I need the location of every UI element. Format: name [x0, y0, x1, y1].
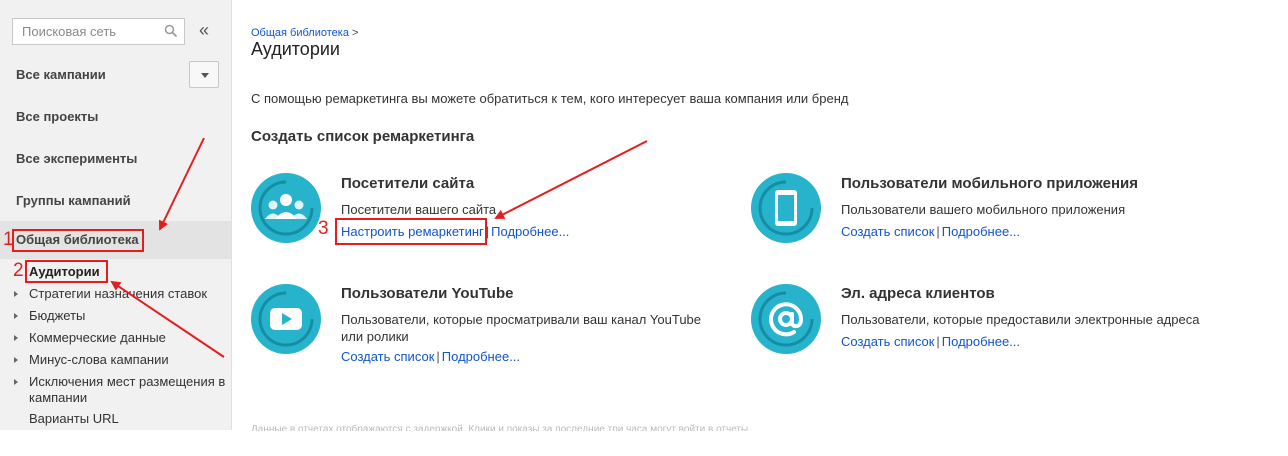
card-links-customer-emails: Создать список | Подробнее...: [841, 334, 1020, 349]
nav-item-campaign-groups[interactable]: Группы кампаний: [0, 181, 231, 221]
expand-triangle-icon[interactable]: [14, 379, 18, 385]
card-desc-mobile-app-users: Пользователи вашего мобильного приложени…: [841, 202, 1126, 217]
section-title: Создать список ремаркетинга: [251, 128, 475, 145]
campaigns-dropdown-button[interactable]: [189, 61, 219, 88]
collapse-sidebar-icon[interactable]: «: [196, 19, 212, 43]
expand-triangle-icon[interactable]: [14, 313, 18, 319]
annotation-number-2: 2: [13, 260, 24, 281]
at-sign-icon: [751, 284, 821, 354]
create-list-link[interactable]: Создать список: [341, 349, 434, 364]
nav-item-all-projects[interactable]: Все проекты: [0, 97, 231, 137]
expand-triangle-icon[interactable]: [14, 291, 18, 297]
sidebar: « Все кампании Все проекты Все экспериме…: [0, 0, 232, 430]
sidebar-item-url-options[interactable]: Варианты URL: [29, 411, 229, 427]
card-desc-site-visitors: Посетители вашего сайта: [341, 202, 497, 217]
create-list-link[interactable]: Создать список: [841, 334, 934, 349]
card-title-customer-emails: Эл. адреса клиентов: [841, 285, 995, 302]
search-input[interactable]: [13, 19, 162, 44]
sidebar-item-placement-exclusions[interactable]: Исключения мест размещения в кампании: [29, 374, 229, 406]
card-title-site-visitors: Посетители сайта: [341, 175, 475, 192]
footer-note: Данные в отчетах отображаются с задержко…: [251, 424, 751, 431]
link-separator: |: [936, 224, 940, 239]
sidebar-item-negative-keywords[interactable]: Минус-слова кампании: [29, 352, 229, 368]
youtube-play-icon: [251, 284, 321, 354]
search-icon[interactable]: [164, 24, 178, 38]
annotation-arrow-3: [494, 140, 648, 219]
annotation-number-1: 1: [3, 229, 14, 250]
sidebar-item-business-data[interactable]: Коммерческие данные: [29, 330, 229, 346]
nav-item-all-experiments[interactable]: Все эксперименты: [0, 139, 231, 179]
expand-triangle-icon[interactable]: [14, 357, 18, 363]
expand-triangle-icon[interactable]: [14, 335, 18, 341]
card-links-mobile-app-users: Создать список | Подробнее...: [841, 224, 1020, 239]
breadcrumb-separator: >: [352, 27, 359, 39]
chevron-down-icon: [201, 73, 209, 78]
sidebar-item-budgets[interactable]: Бюджеты: [29, 308, 229, 324]
page-title: Аудитории: [251, 39, 340, 59]
mobile-phone-icon: [751, 173, 821, 243]
link-separator: |: [936, 334, 940, 349]
card-links-site-visitors: Настроить ремаркетинг | Подробнее...: [341, 224, 569, 239]
card-links-youtube-users: Создать список | Подробнее...: [341, 349, 520, 364]
search-box[interactable]: [12, 18, 185, 45]
create-list-link[interactable]: Создать список: [841, 224, 934, 239]
breadcrumb: Общая библиотека >: [251, 27, 358, 39]
learn-more-link[interactable]: Подробнее...: [491, 224, 569, 239]
audience-icon: [251, 173, 321, 243]
breadcrumb-link-shared-library[interactable]: Общая библиотека: [251, 27, 349, 39]
learn-more-link[interactable]: Подробнее...: [942, 224, 1020, 239]
sidebar-item-bid-strategies[interactable]: Стратегии назначения ставок: [29, 286, 229, 302]
card-desc-youtube-users: Пользователи, которые просматривали ваш …: [341, 312, 702, 344]
card-title-mobile-app-users: Пользователи мобильного приложения: [841, 175, 1138, 192]
annotation-box-2: [25, 260, 108, 283]
learn-more-link[interactable]: Подробнее...: [942, 334, 1020, 349]
setup-remarketing-link[interactable]: Настроить ремаркетинг: [341, 224, 484, 239]
intro-text: С помощью ремаркетинга вы можете обратит…: [251, 91, 849, 106]
annotation-box-1: [12, 229, 144, 252]
link-separator: |: [485, 224, 490, 239]
card-title-youtube-users: Пользователи YouTube: [341, 285, 514, 302]
learn-more-link[interactable]: Подробнее...: [442, 349, 520, 364]
card-desc-customer-emails: Пользователи, которые предоставили элект…: [841, 312, 1200, 327]
link-separator: |: [436, 349, 440, 364]
